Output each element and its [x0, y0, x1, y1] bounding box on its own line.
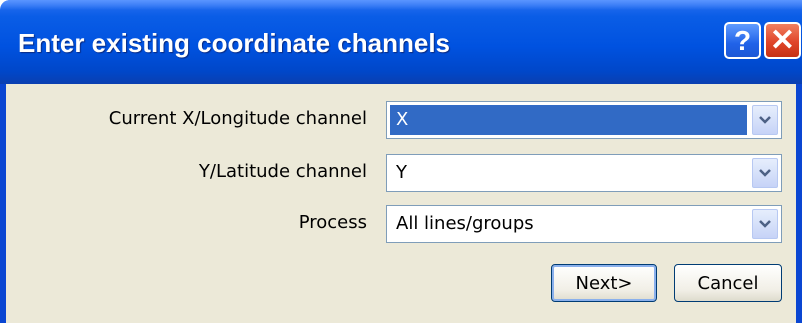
- next-button[interactable]: Next>: [551, 264, 657, 302]
- x-channel-label: Current X/Longitude channel: [108, 108, 367, 129]
- y-channel-label: Y/Latitude channel: [198, 161, 367, 182]
- x-channel-dropdown-button[interactable]: [752, 105, 778, 135]
- y-channel-dropdown-button[interactable]: [752, 158, 778, 188]
- close-icon: ✕: [769, 24, 796, 57]
- dialog-window: Enter existing coordinate channels ? ✕ C…: [0, 0, 802, 323]
- dialog-title: Enter existing coordinate channels: [18, 28, 450, 58]
- cancel-button[interactable]: Cancel: [674, 264, 782, 302]
- y-channel-value: Y: [396, 162, 407, 183]
- title-bar[interactable]: Enter existing coordinate channels ? ✕: [0, 0, 802, 84]
- x-channel-value: X: [390, 105, 747, 135]
- chevron-down-icon: [759, 220, 771, 228]
- help-button[interactable]: ?: [724, 22, 761, 59]
- question-icon: ?: [733, 24, 752, 56]
- process-label: Process: [298, 212, 367, 233]
- chevron-down-icon: [759, 116, 771, 124]
- close-button[interactable]: ✕: [764, 22, 801, 59]
- process-value: All lines/groups: [396, 213, 534, 234]
- process-select[interactable]: All lines/groups: [386, 205, 782, 243]
- chevron-down-icon: [759, 169, 771, 177]
- y-channel-select[interactable]: Y: [386, 154, 782, 192]
- process-dropdown-button[interactable]: [752, 209, 778, 239]
- dialog-body: Current X/Longitude channel X Y/Latitude…: [0, 84, 802, 323]
- x-channel-select[interactable]: X: [386, 101, 782, 139]
